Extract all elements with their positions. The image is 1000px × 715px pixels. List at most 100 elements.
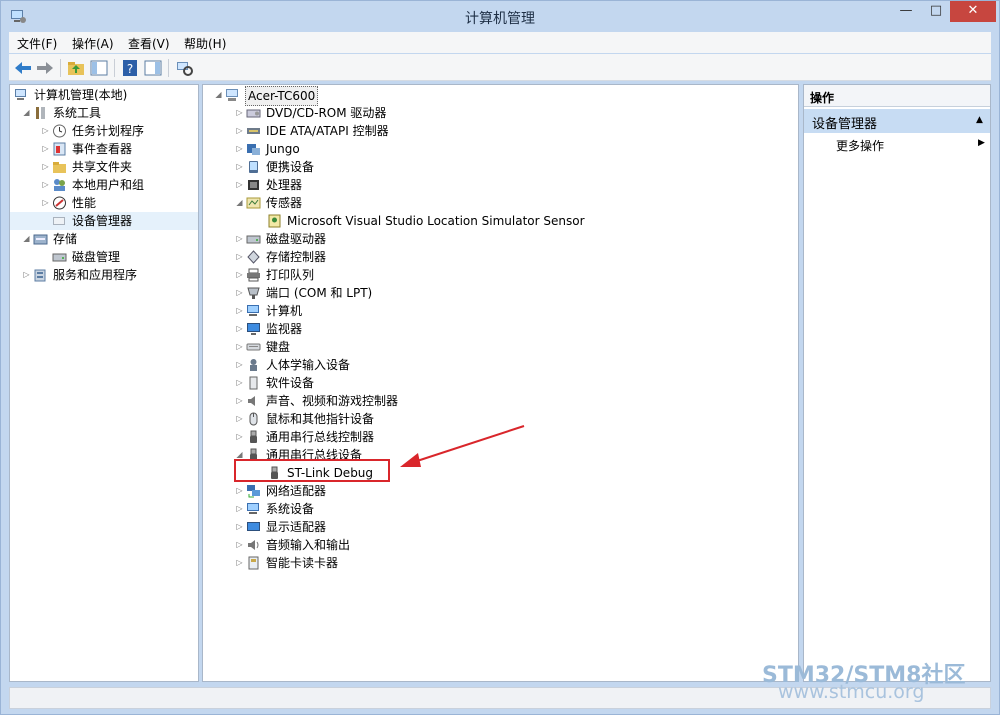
expand-toggle-icon[interactable]: ▷ <box>235 500 244 518</box>
nav-tree-item[interactable]: ▷ 共享文件夹 <box>10 158 198 176</box>
device-tree-item[interactable]: ▷ 声音、视频和游戏控制器 <box>203 392 798 410</box>
expand-toggle-icon[interactable]: ▷ <box>235 536 244 554</box>
device-tree-item[interactable]: ▷ 通用串行总线控制器 <box>203 428 798 446</box>
nav-tree-item[interactable]: ▷ 事件查看器 <box>10 140 198 158</box>
expand-toggle-icon[interactable]: ▷ <box>41 122 50 140</box>
expand-toggle-icon[interactable]: ▷ <box>41 176 50 194</box>
device-tree-item[interactable]: ▷ 人体学输入设备 <box>203 356 798 374</box>
up-folder-icon[interactable] <box>66 58 86 78</box>
expand-toggle-icon[interactable]: ▷ <box>235 284 244 302</box>
nav-tree-item[interactable]: ▷ 性能 <box>10 194 198 212</box>
device-tree-item[interactable]: ▷ 网络适配器 <box>203 482 798 500</box>
device-tree-item[interactable]: Microsoft Visual Studio Location Simulat… <box>203 212 798 230</box>
maximize-button[interactable]: □ <box>923 1 949 22</box>
expand-toggle-icon[interactable]: ▷ <box>41 158 50 176</box>
device-tree-item[interactable]: ▷ 监视器 <box>203 320 798 338</box>
monitor-icon <box>246 322 261 336</box>
device-tree-label: Jungo <box>266 142 300 156</box>
device-tree-item[interactable]: ▷ DVD/CD-ROM 驱动器 <box>203 104 798 122</box>
expand-toggle-icon[interactable]: ▷ <box>235 158 244 176</box>
show-hide-tree-icon[interactable] <box>89 58 109 78</box>
device-tree-item[interactable]: ▷ 软件设备 <box>203 374 798 392</box>
device-tree-item[interactable]: ▷ 显示适配器 <box>203 518 798 536</box>
collapse-toggle-icon[interactable]: ◢ <box>214 86 223 104</box>
device-tree-label: 存储控制器 <box>266 250 327 264</box>
device-scan-icon[interactable] <box>174 58 194 78</box>
expand-toggle-icon[interactable]: ▷ <box>41 194 50 212</box>
expand-toggle-icon[interactable]: ▷ <box>235 230 244 248</box>
collapse-icon[interactable]: ▲ <box>976 115 983 125</box>
device-tree-item[interactable]: ▷ 鼠标和其他指针设备 <box>203 410 798 428</box>
device-tree-item[interactable]: ▷ 打印队列 <box>203 266 798 284</box>
submenu-arrow-icon: ▶ <box>978 138 985 148</box>
expand-toggle-icon[interactable]: ▷ <box>235 338 244 356</box>
device-tree-item[interactable]: ▷ 处理器 <box>203 176 798 194</box>
expand-toggle-icon[interactable]: ▷ <box>235 320 244 338</box>
shared-folder-icon <box>52 160 67 174</box>
expand-toggle-icon[interactable]: ▷ <box>41 140 50 158</box>
expand-toggle-icon[interactable]: ▷ <box>22 266 31 284</box>
collapse-toggle-icon[interactable]: ◢ <box>22 230 31 248</box>
collapse-toggle-icon[interactable]: ◢ <box>22 104 31 122</box>
nav-tree-item[interactable]: ▷ 任务计划程序 <box>10 122 198 140</box>
expand-toggle-icon[interactable]: ▷ <box>235 554 244 572</box>
expand-toggle-icon[interactable]: ▷ <box>235 248 244 266</box>
menu-view[interactable]: 查看(V) <box>128 35 170 52</box>
close-button[interactable]: ✕ <box>950 1 996 22</box>
nav-tree-item[interactable]: ▷ 服务和应用程序 <box>10 266 198 284</box>
nav-tree-item[interactable]: 磁盘管理 <box>10 248 198 266</box>
menu-file[interactable]: 文件(F) <box>17 35 57 52</box>
device-tree-item[interactable]: ▷ 便携设备 <box>203 158 798 176</box>
expand-toggle-icon[interactable]: ▷ <box>235 428 244 446</box>
expand-toggle-icon[interactable]: ▷ <box>235 482 244 500</box>
expand-toggle-icon[interactable]: ▷ <box>235 410 244 428</box>
device-tree-item[interactable]: ▷ Jungo <box>203 140 798 158</box>
computer-management-window: 计算机管理 — □ ✕ 文件(F) 操作(A) 查看(V) 帮助(H) ? 计算… <box>0 0 1000 715</box>
nav-tree-item[interactable]: ◢ 系统工具 <box>10 104 198 122</box>
menu-action[interactable]: 操作(A) <box>72 35 114 52</box>
nav-tree-item[interactable]: ▷ 本地用户和组 <box>10 176 198 194</box>
device-tree-item[interactable]: ◢ Acer-TC600 <box>203 86 798 106</box>
usb-icon <box>246 430 261 444</box>
nav-tree-label: 计算机管理(本地) <box>34 88 128 102</box>
more-actions-link[interactable]: 更多操作 <box>836 137 884 154</box>
device-tree-item[interactable]: ▷ 键盘 <box>203 338 798 356</box>
nav-tree-item[interactable]: 设备管理器 <box>10 212 198 230</box>
nav-tree-item[interactable]: 计算机管理(本地) <box>10 86 198 104</box>
event-viewer-icon <box>52 142 67 156</box>
device-tree-item[interactable]: ▷ IDE ATA/ATAPI 控制器 <box>203 122 798 140</box>
device-tree-item[interactable]: ▷ 端口 (COM 和 LPT) <box>203 284 798 302</box>
forward-arrow-icon[interactable] <box>35 58 55 78</box>
expand-toggle-icon[interactable]: ▷ <box>235 176 244 194</box>
device-tree-item[interactable]: ▷ 存储控制器 <box>203 248 798 266</box>
expand-toggle-icon[interactable]: ▷ <box>235 302 244 320</box>
expand-toggle-icon[interactable]: ▷ <box>235 518 244 536</box>
action-pane-icon[interactable] <box>143 58 163 78</box>
device-tree-item[interactable]: ▷ 系统设备 <box>203 500 798 518</box>
device-tree-label: 键盘 <box>266 340 291 354</box>
device-tree-item[interactable]: ▷ 智能卡读卡器 <box>203 554 798 572</box>
expand-toggle-icon[interactable]: ▷ <box>235 122 244 140</box>
expand-toggle-icon[interactable]: ▷ <box>235 374 244 392</box>
device-tree-item[interactable]: ▷ 计算机 <box>203 302 798 320</box>
device-tree-label: 通用串行总线控制器 <box>266 430 375 444</box>
expand-toggle-icon[interactable]: ▷ <box>235 392 244 410</box>
nav-tree-item[interactable]: ◢ 存储 <box>10 230 198 248</box>
collapse-toggle-icon[interactable]: ◢ <box>235 194 244 212</box>
menu-help[interactable]: 帮助(H) <box>184 35 226 52</box>
disk-icon <box>52 250 67 264</box>
device-tree-item[interactable]: ◢ 传感器 <box>203 194 798 212</box>
device-tree-item[interactable]: ▷ 磁盘驱动器 <box>203 230 798 248</box>
device-tree-item[interactable]: ▷ 音频输入和输出 <box>203 536 798 554</box>
expand-toggle-icon[interactable]: ▷ <box>235 356 244 374</box>
device-tree-label: 网络适配器 <box>266 484 327 498</box>
expand-toggle-icon[interactable]: ▷ <box>235 140 244 158</box>
actions-section-device-manager[interactable]: 设备管理器 ▲ <box>804 109 990 133</box>
nav-tree-label: 系统工具 <box>53 106 102 120</box>
minimize-button[interactable]: — <box>889 1 923 22</box>
navigation-tree-pane: 计算机管理(本地) ◢ 系统工具 ▷ 任务计划程序 ▷ 事件查看器 ▷ 共享文件夹 ▷ 本地用户和组… <box>9 84 199 682</box>
help-icon[interactable]: ? <box>120 58 140 78</box>
expand-toggle-icon[interactable]: ▷ <box>235 266 244 284</box>
back-arrow-icon[interactable] <box>13 58 33 78</box>
expand-toggle-icon[interactable]: ▷ <box>235 104 244 122</box>
